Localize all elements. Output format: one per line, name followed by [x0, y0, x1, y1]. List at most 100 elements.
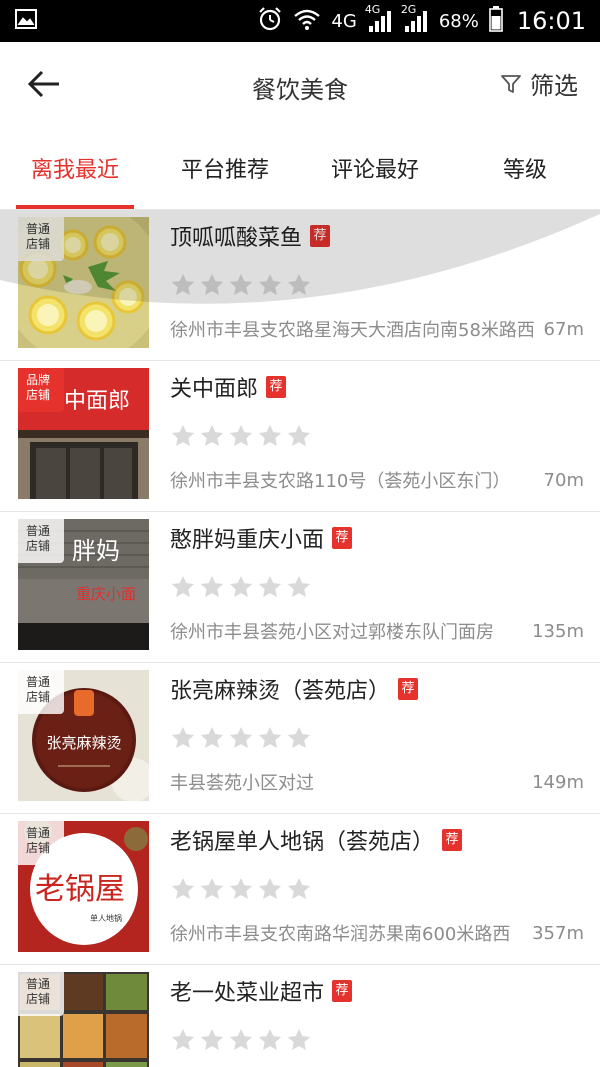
sort-tabs: 离我最近 平台推荐 评论最好 等级: [0, 126, 600, 210]
star-icon: [200, 726, 224, 748]
recommend-badge: 荐: [332, 980, 353, 1002]
star-icon: [258, 424, 282, 446]
star-icon: [171, 273, 195, 295]
shop-name: 顶呱呱酸菜鱼: [170, 226, 303, 251]
recommend-badge: 荐: [310, 225, 331, 247]
shop-distance: 149m: [532, 771, 584, 793]
star-icon: [200, 877, 224, 899]
star-icon: [171, 1028, 195, 1050]
star-icon: [258, 575, 282, 597]
signal-icon-1: 4G: [365, 3, 393, 33]
logo-text: 张亮麻辣烫: [46, 734, 121, 752]
star-icon: [258, 1028, 282, 1050]
storefront-sign-subtext: 重庆小面: [76, 585, 136, 603]
star-icon: [258, 726, 282, 748]
star-icon: [229, 424, 253, 446]
shop-type-badge: 普通 店铺: [18, 670, 64, 714]
shop-thumbnail: 关中面郎 品牌 店铺: [18, 368, 149, 499]
list-item[interactable]: 张亮麻辣烫 普通 店铺 张亮麻辣烫（荟苑店） 荐 丰县荟苑小区对过 149m: [0, 663, 600, 814]
tab-level[interactable]: 等级: [450, 126, 600, 209]
shop-distance: 70m: [543, 469, 584, 491]
shop-name: 老锅屋单人地锅（荟苑店）: [170, 830, 435, 855]
star-icon: [229, 575, 253, 597]
shop-distance: 67m: [543, 318, 584, 340]
network-4g-small-label: 4G: [364, 3, 381, 16]
star-rating: [170, 725, 312, 751]
tab-best-reviews[interactable]: 评论最好: [300, 126, 450, 209]
star-icon: [200, 575, 224, 597]
shop-type-badge: 普通 店铺: [18, 217, 64, 261]
filter-button[interactable]: 筛选: [500, 66, 578, 101]
list-item[interactable]: 关中面郎 品牌 店铺 关中面郎 荐 徐州市丰县支农路110号（荟苑小区东门） 7…: [0, 361, 600, 512]
shop-address: 徐州市丰县支农路星海天大酒店向南58米路西: [170, 320, 535, 341]
shop-name: 老一处菜业超市: [170, 981, 325, 1006]
star-icon: [287, 273, 311, 295]
logo-subtext: 单人地锅: [90, 913, 122, 923]
shop-thumbnail: 老锅屋 单人地锅 普通 店铺: [18, 821, 149, 952]
app-header: 餐饮美食 筛选: [0, 42, 600, 126]
network-2g-small-label: 2G: [400, 3, 417, 16]
star-icon: [171, 424, 195, 446]
network-4g-label: 4G: [331, 10, 357, 32]
star-icon: [229, 877, 253, 899]
clock: 16:01: [516, 7, 586, 35]
shop-thumbnail: 普通 店铺: [18, 217, 149, 348]
list-item[interactable]: 普通 店铺 顶呱呱酸菜鱼 荐 徐州市丰县支农路星海天大酒店向南58米路西 67m: [0, 210, 600, 361]
battery-percent: 68%: [438, 10, 479, 32]
shop-type-badge: 普通 店铺: [18, 821, 64, 865]
storefront-sign-text: 胖妈: [72, 537, 120, 565]
star-icon: [287, 877, 311, 899]
signal-icon-2: 2G: [401, 3, 429, 33]
star-icon: [287, 726, 311, 748]
recommend-badge: 荐: [442, 829, 463, 851]
alarm-icon: [257, 6, 283, 36]
star-icon: [287, 1028, 311, 1050]
star-icon: [171, 726, 195, 748]
star-rating: [170, 876, 312, 902]
star-icon: [200, 273, 224, 295]
star-icon: [229, 273, 253, 295]
status-bar: 4G 4G 2G 68% 16:01: [0, 0, 600, 42]
star-icon: [287, 575, 311, 597]
shop-name: 关中面郎: [170, 377, 259, 402]
logo-text: 老锅屋: [35, 872, 125, 907]
shop-address: 徐州市丰县支农南路华润苏果南600米路西: [170, 924, 511, 945]
tab-platform-recommend[interactable]: 平台推荐: [150, 126, 300, 209]
list-item[interactable]: 胖妈 重庆小面 普通 店铺 憨胖妈重庆小面 荐 徐州市丰县荟苑小区对过郭楼东队门…: [0, 512, 600, 663]
list-item[interactable]: 老锅屋 单人地锅 普通 店铺 老锅屋单人地锅（荟苑店） 荐 徐州市丰县支农南路华…: [0, 814, 600, 965]
recommend-badge: 荐: [266, 376, 287, 398]
star-icon: [171, 575, 195, 597]
star-rating: [170, 423, 312, 449]
star-rating: [170, 1027, 312, 1053]
back-button[interactable]: [22, 64, 66, 104]
shop-thumbnail: 张亮麻辣烫 普通 店铺: [18, 670, 149, 801]
shop-address: 徐州市丰县支农路110号（荟苑小区东门）: [170, 471, 511, 492]
shop-address: 丰县荟苑小区对过: [170, 773, 314, 794]
star-icon: [258, 273, 282, 295]
recommend-badge: 荐: [398, 678, 419, 700]
shop-thumbnail: 普通 店铺: [18, 972, 149, 1067]
shop-address: 徐州市丰县荟苑小区对过郭楼东队门面房: [170, 622, 494, 643]
star-icon: [258, 877, 282, 899]
star-icon: [171, 877, 195, 899]
shop-type-badge: 普通 店铺: [18, 519, 64, 563]
filter-label: 筛选: [530, 72, 578, 100]
back-arrow-icon: [27, 70, 59, 98]
star-rating: [170, 272, 312, 298]
shop-list: 普通 店铺 顶呱呱酸菜鱼 荐 徐州市丰县支农路星海天大酒店向南58米路西 67m: [0, 210, 600, 1067]
star-icon: [287, 424, 311, 446]
tab-nearest[interactable]: 离我最近: [0, 126, 150, 209]
star-icon: [200, 424, 224, 446]
star-rating: [170, 574, 312, 600]
star-icon: [200, 1028, 224, 1050]
filter-icon: [501, 74, 521, 93]
shop-distance: 135m: [532, 620, 584, 642]
wifi-icon: [293, 7, 321, 35]
shop-thumbnail: 胖妈 重庆小面 普通 店铺: [18, 519, 149, 650]
shop-name: 憨胖妈重庆小面: [170, 528, 325, 553]
battery-icon: [489, 6, 503, 36]
recommend-badge: 荐: [332, 527, 353, 549]
shop-name: 张亮麻辣烫（荟苑店）: [170, 679, 391, 704]
shop-type-badge: 品牌 店铺: [18, 368, 64, 412]
list-item[interactable]: 普通 店铺 老一处菜业超市 荐: [0, 965, 600, 1067]
